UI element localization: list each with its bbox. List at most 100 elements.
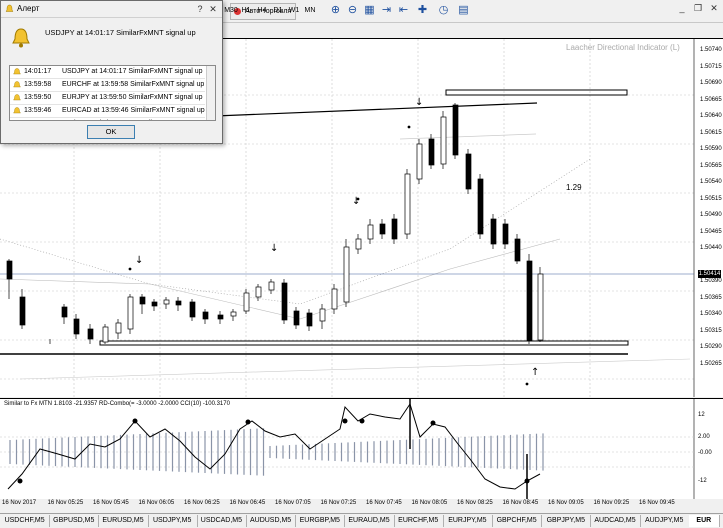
timeframe-h4[interactable]: H4	[256, 3, 268, 18]
scroll-chart-icon[interactable]: ⇥	[379, 3, 394, 18]
symbol-tab[interactable]: GBPUSD,M5	[49, 515, 100, 527]
bell-icon	[13, 68, 21, 75]
ind-label-0: -0.00	[698, 450, 712, 456]
bell-icon	[13, 107, 21, 114]
ind-label-neg12: -12	[698, 478, 707, 484]
ind-label-2: 2.00	[698, 434, 710, 440]
timeframe-w1[interactable]: W1	[288, 3, 300, 18]
bell-icon	[13, 120, 21, 121]
price-axis-label: 1.50465	[700, 228, 722, 235]
time-axis-label: 16 Nov 05:45	[93, 500, 129, 506]
alert-list-row[interactable]: 13:59:50 EURJPY at 13:59:50 SimilarFxMNT …	[10, 92, 205, 105]
symbol-tab[interactable]: EURJPY,M5	[443, 515, 493, 527]
price-axis-label: 1.50390	[700, 278, 722, 284]
timeframe-d1[interactable]: D1	[272, 3, 284, 18]
close-icon[interactable]: ✕	[708, 2, 720, 14]
time-axis-label: 16 Nov 08:45	[502, 500, 539, 506]
symbol-tab[interactable]: AUDCAD,M5	[590, 515, 641, 527]
symbol-tab[interactable]: EURCHF,M5	[394, 515, 444, 527]
symbol-tab[interactable]: EURGBP,M5	[295, 515, 346, 527]
time-axis-label: 16 Nov 05:25	[47, 500, 84, 506]
symbol-tab[interactable]: GBPCHF,M5	[492, 515, 543, 527]
price-axis-label: 1.50490	[700, 212, 722, 218]
bell-icon	[13, 81, 21, 88]
price-axis-label: 1.50715	[700, 63, 722, 70]
price-axis-label: 1.50365	[700, 294, 722, 301]
symbol-tab[interactable]: EUR	[688, 515, 720, 527]
symbol-tab[interactable]: EURAUD,M5	[344, 515, 395, 527]
restore-icon[interactable]: ❐	[692, 2, 704, 14]
alert-window-icon	[5, 4, 14, 12]
indicators-icon[interactable]: ✚	[415, 3, 430, 18]
minimize-icon[interactable]: _	[676, 2, 688, 14]
time-axis-label: 16 Nov 07:25	[320, 500, 357, 506]
time-axis-label: 16 Nov 06:45	[229, 500, 266, 506]
price-axis-label: 1.50340	[700, 311, 722, 317]
price-axis-label: 1.50740	[700, 47, 722, 53]
time-axis-label: 16 Nov 09:45	[639, 500, 675, 506]
alert-list-row[interactable]: 13:59:58 EURCHF at 13:59:58 SimilarFxMNT …	[10, 79, 205, 92]
time-axis-label: 16 Nov 09:25	[593, 500, 630, 506]
time-axis-label: 16 Nov 07:05	[275, 500, 311, 506]
alert-row-time: 13:59:46	[24, 107, 52, 114]
time-axis-label: 16 Nov 08:25	[457, 500, 493, 506]
templates-icon[interactable]: ▤	[456, 3, 471, 18]
svg-text:↓: ↓	[415, 97, 423, 108]
alert-row-message: EURCAD at 13:59:46 SimilarFxMNT signal u…	[62, 107, 205, 114]
alert-close-icon[interactable]: ✕	[207, 3, 219, 15]
indicator-panel[interactable]: Similar to Fx MTN 1.8103 -21.9357 RD-Com…	[0, 398, 723, 499]
price-axis-label: 1.50565	[700, 162, 722, 169]
price-axis-label: 1.50315	[700, 327, 722, 334]
timeframe-h1[interactable]: H1	[240, 3, 252, 18]
alert-row-time: 14:01:17	[24, 68, 52, 75]
alert-help-icon[interactable]: ?	[194, 3, 206, 15]
symbol-tab[interactable]: USDJPY,M5	[148, 515, 198, 527]
symbol-tab[interactable]: USDCHF,M5	[0, 515, 51, 527]
ok-button[interactable]: OK	[87, 125, 135, 139]
time-axis-label: 16 Nov 08:05	[411, 500, 448, 506]
tile-windows-icon[interactable]: ▦	[362, 3, 377, 18]
alert-titlebar[interactable]: Алерт ? ✕	[1, 1, 222, 18]
magnifier-plus-icon[interactable]: ⊕	[328, 3, 343, 18]
indicator-chart-svg: 12 2.00 -0.00 -12	[0, 399, 712, 499]
symbol-tab[interactable]: GBPJPY,M5	[541, 515, 592, 527]
svg-text:↑: ↑	[531, 367, 539, 378]
price-axis-label: 1.50440	[700, 245, 722, 251]
symbol-tab[interactable]: USDCAD,M5	[197, 515, 247, 527]
svg-text:↓: ↓	[352, 196, 360, 207]
alert-dialog: Алерт ? ✕ USDJPY at 14:01:17 SimilarFxMN…	[0, 0, 223, 144]
alert-row-time: 13:59:50	[24, 94, 52, 101]
time-axis-label: 16 Nov 07:45	[366, 500, 402, 506]
periods-icon[interactable]: ◷	[436, 3, 451, 18]
alert-list-row[interactable]: 13:59:46 Market_Analytic_Pro: скачайте но…	[10, 118, 205, 121]
price-axis-label: 1.50665	[700, 96, 722, 103]
price-axis-label: 1.50590	[700, 146, 722, 152]
bell-icon	[13, 94, 21, 101]
time-axis-label: 16 Nov 09:05	[548, 500, 584, 506]
symbol-tabs: USDCHF,M5 GBPUSD,M5 EURUSD,M5 USDJPY,M5 USDC…	[0, 513, 723, 528]
price-axis-label: 1.50615	[700, 129, 722, 136]
price-axis-label: 1.50640	[700, 113, 722, 119]
timeframe-m30[interactable]: M30	[224, 3, 238, 18]
alert-row-time: 13:59:58	[24, 81, 52, 88]
price-axis-label: 1.50515	[700, 195, 722, 202]
symbol-tab[interactable]: AUDUSD,M5	[246, 515, 297, 527]
magnifier-minus-icon[interactable]: ⊖	[345, 3, 360, 18]
alert-list-scrollbar[interactable]	[206, 66, 215, 120]
alert-list-row[interactable]: 13:59:46 EURCAD at 13:59:46 SimilarFxMNT …	[10, 105, 205, 118]
alert-message: USDJPY at 14:01:17 SimilarFxMNT signal u…	[45, 28, 196, 37]
price-axis-label: 1.50540	[700, 179, 722, 185]
ratio-label: 1.29	[566, 183, 582, 192]
symbol-tab[interactable]: AUDJPY,M5	[640, 515, 690, 527]
chart-shift-icon[interactable]: ⇤	[396, 3, 411, 18]
time-axis-label: 16 Nov 06:25	[184, 500, 220, 506]
svg-text:↓: ↓	[135, 255, 143, 266]
timeframe-mn[interactable]: MN	[303, 3, 317, 18]
alert-title: Алерт	[17, 4, 40, 13]
symbol-tab[interactable]: EURUSD,M5	[98, 515, 149, 527]
indicator-watermark: Laacher Directional Indicator (L)	[566, 43, 680, 52]
alert-row-message: Market_Analytic_Pro: скачайте новую инди…	[62, 118, 205, 120]
alert-row-message: EURCHF at 13:59:58 SimilarFxMNT signal u…	[62, 81, 205, 88]
alert-list-row[interactable]: 14:01:17 USDJPY at 14:01:17 SimilarFxMNT …	[10, 66, 205, 79]
alert-list[interactable]: 14:01:17 USDJPY at 14:01:17 SimilarFxMNT …	[9, 65, 216, 121]
